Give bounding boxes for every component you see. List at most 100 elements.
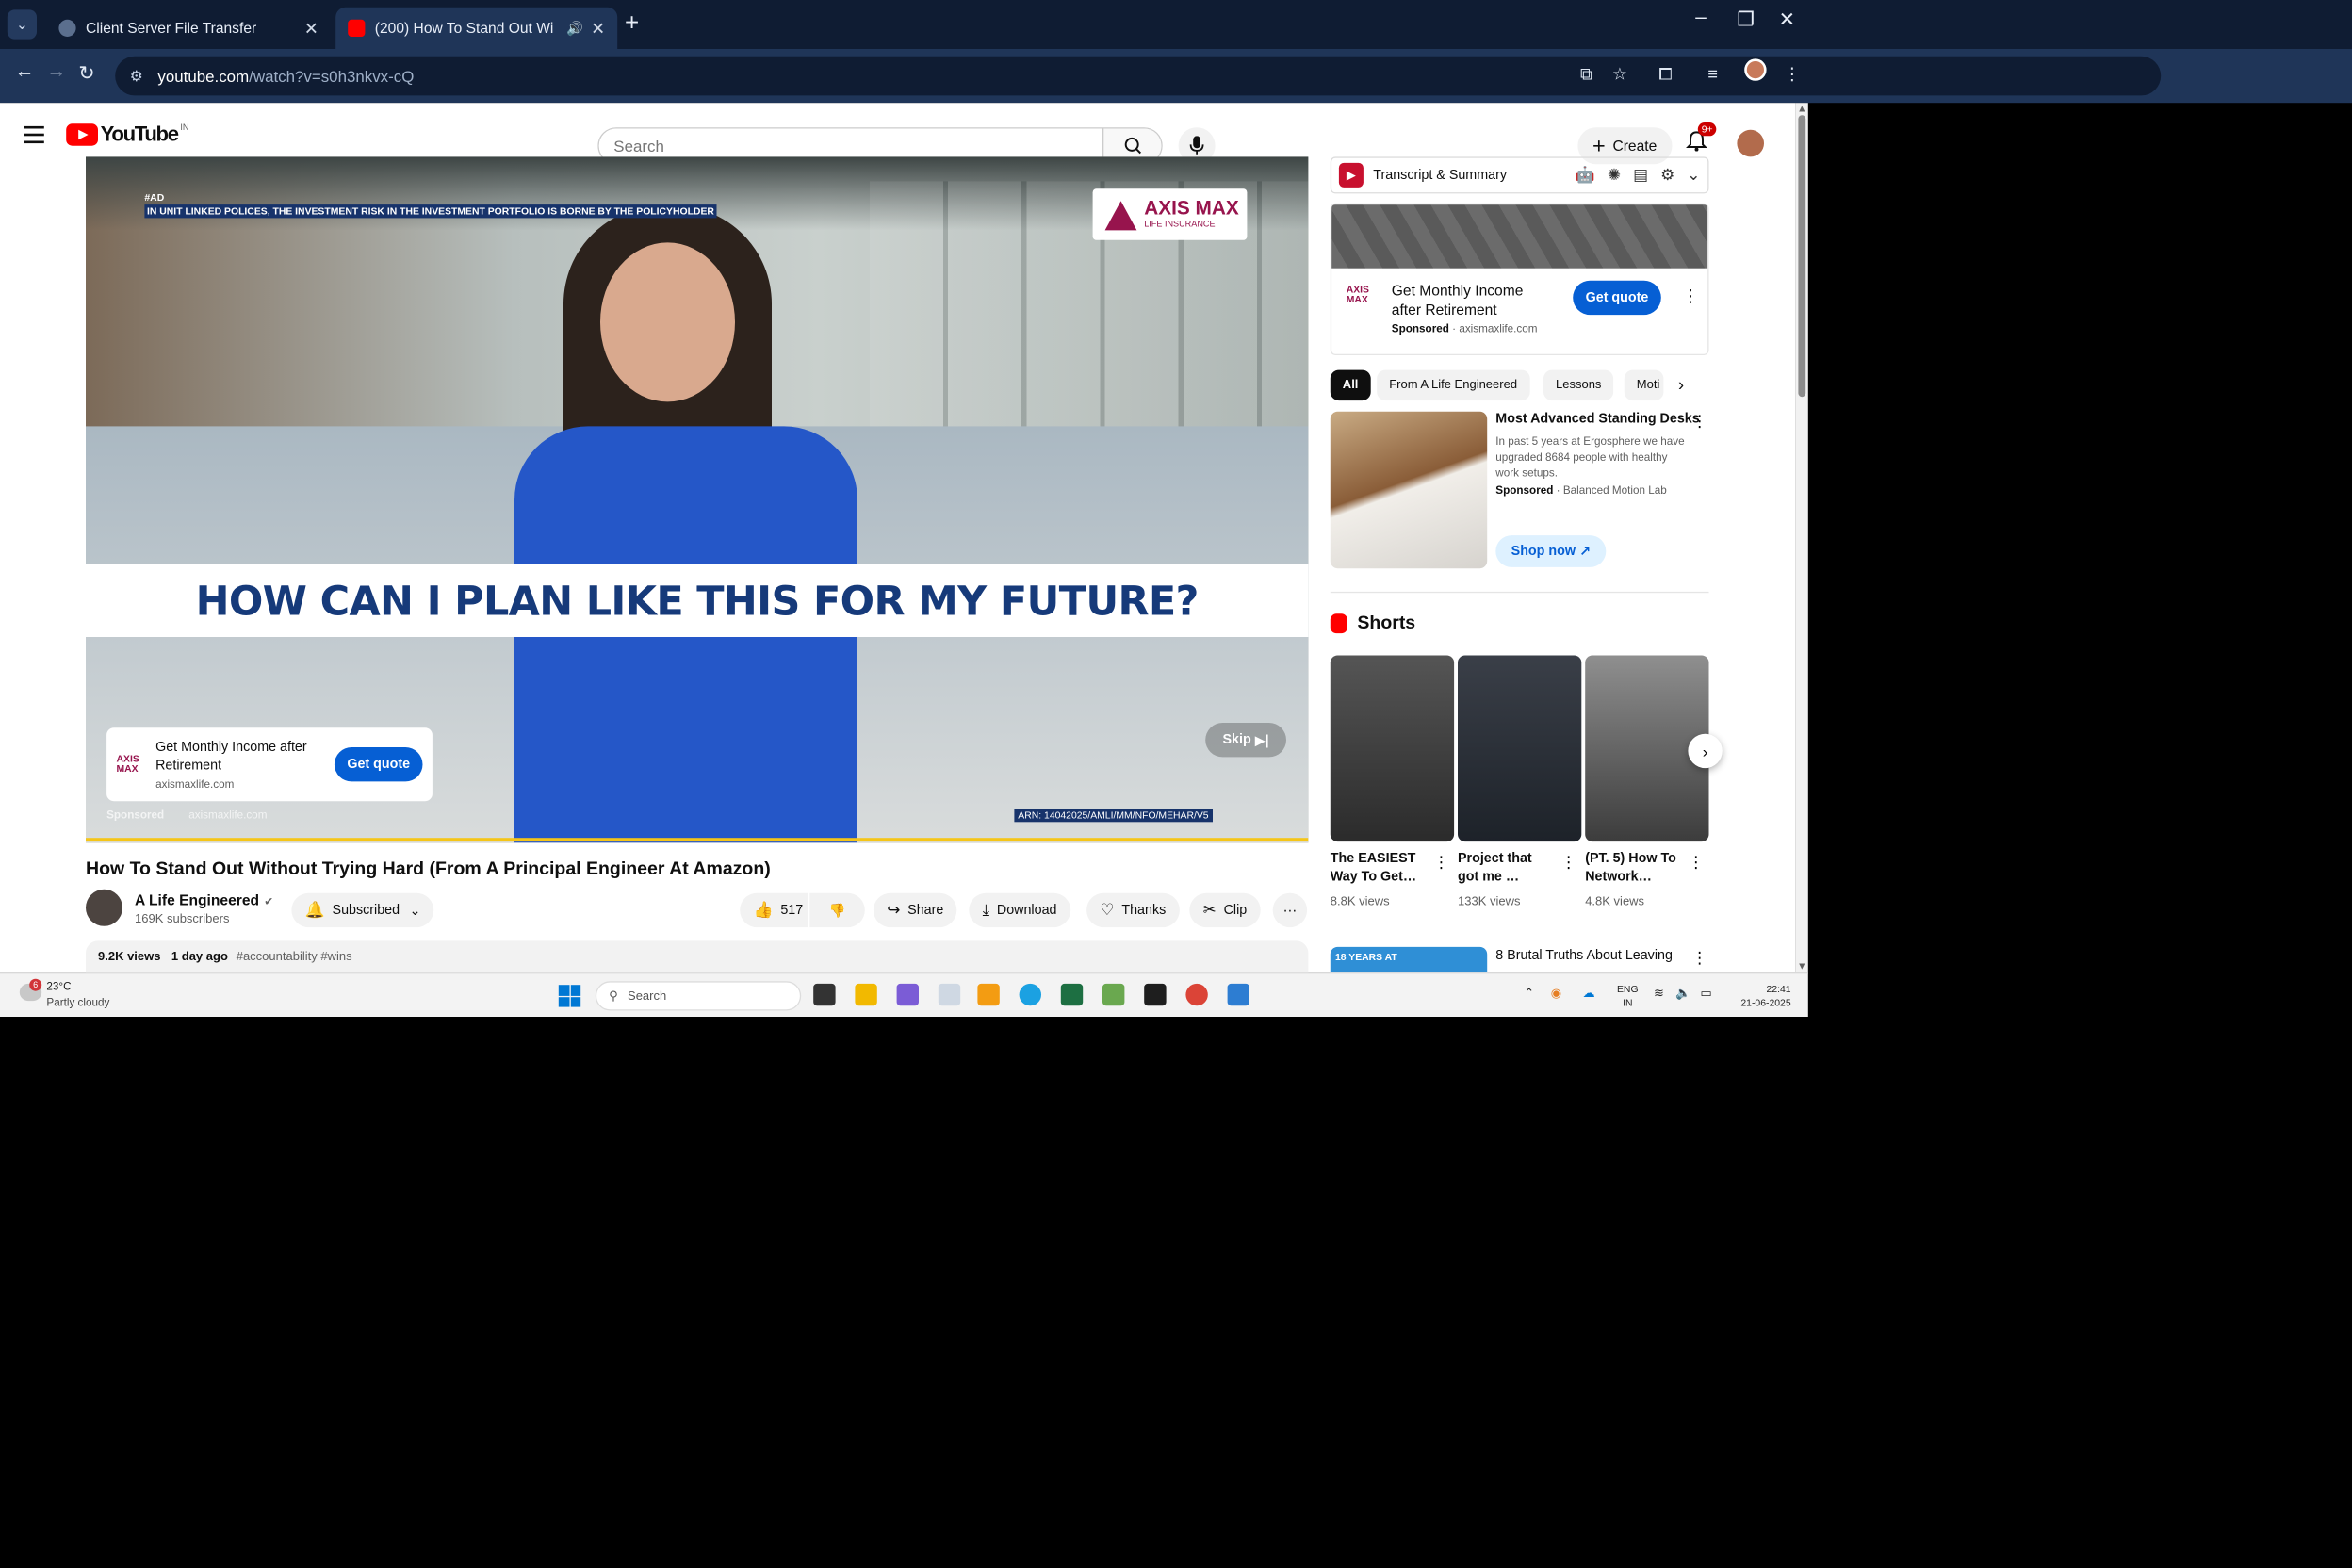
download-button[interactable]: ⤓ Download [969, 892, 1070, 928]
ad-overlay-card[interactable]: AXIS MAX Get Monthly Income after Retire… [106, 727, 433, 802]
shop-now-button[interactable]: Shop now ↗ [1495, 535, 1607, 567]
youtube-logo[interactable]: YouTube IN [66, 122, 188, 147]
site-info-icon[interactable]: ⚙ [130, 68, 143, 85]
start-button[interactable] [558, 985, 581, 1007]
channel-avatar[interactable] [86, 889, 122, 926]
more-vertical-icon[interactable]: ⋮ [1560, 853, 1576, 873]
show-hidden-icons-icon[interactable]: ⌃ [1524, 988, 1534, 1001]
volume-icon[interactable]: 🔈 [1675, 988, 1690, 1001]
address-bar[interactable]: ⚙ youtube.com/watch?v=s0h3nkvx-cQ [115, 56, 2162, 96]
channel-name[interactable]: A Life Engineered ✔ [135, 891, 273, 908]
more-vertical-icon[interactable]: ⋮ [1688, 853, 1704, 873]
ad-get-quote-button[interactable]: Get quote [334, 747, 423, 782]
like-button[interactable]: 👍 517 [740, 892, 808, 928]
back-button[interactable]: ← [15, 61, 35, 83]
excel-icon[interactable] [1060, 983, 1084, 1006]
chevron-down-icon[interactable]: ⌄ [1687, 166, 1700, 186]
settings-gear-icon[interactable]: ⚙ [1660, 166, 1674, 186]
short-title[interactable]: (PT. 5) How To Network… [1585, 850, 1683, 887]
robot-icon[interactable]: 🤖 [1576, 166, 1595, 186]
transcript-extension-panel[interactable]: ▶ Transcript & Summary 🤖 ✺ ▤ ⚙ ⌄ [1330, 156, 1709, 194]
shorts-next-button[interactable]: › [1688, 733, 1723, 769]
weather-temperature[interactable]: 23°C [46, 980, 71, 992]
extensions-icon[interactable]: ⧠ [1658, 64, 1673, 85]
wifi-icon[interactable]: ≋ [1654, 988, 1664, 1001]
more-vertical-icon[interactable]: ⋮ [1682, 286, 1699, 306]
task-view-icon[interactable] [813, 983, 836, 1006]
battery-icon[interactable]: ▭ [1700, 988, 1711, 1001]
hashtags[interactable]: #accountability #wins [237, 951, 352, 964]
sheets-app-icon[interactable] [1102, 983, 1125, 1006]
sidebar-get-quote-button[interactable]: Get quote [1573, 280, 1661, 316]
tray-app-icon[interactable]: ◉ [1551, 988, 1561, 1001]
video-player[interactable]: HOW CAN I PLAN LIKE THIS FOR MY FUTURE? … [86, 156, 1309, 843]
short-thumbnail[interactable] [1458, 655, 1582, 842]
description-box[interactable]: 9.2K views 1 day ago #accountability #wi… [86, 940, 1309, 973]
onedrive-icon[interactable]: ☁ [1583, 988, 1595, 1001]
taskbar-search[interactable]: ⚲ Search [595, 981, 802, 1011]
short-title[interactable]: Project that got me … [1458, 850, 1556, 887]
scroll-down-icon[interactable]: ▼ [1797, 960, 1806, 972]
chip-all[interactable]: All [1330, 369, 1371, 401]
scroll-up-icon[interactable]: ▲ [1797, 103, 1806, 114]
file-explorer-icon[interactable] [855, 983, 877, 1006]
chatgpt-icon[interactable]: ✺ [1608, 166, 1621, 186]
terminal-icon[interactable] [1144, 983, 1167, 1006]
new-tab-button[interactable]: + [625, 9, 639, 38]
tab-search-icon[interactable]: ⌄ [7, 9, 38, 40]
sidebar-ad[interactable]: AXIS MAX Get Monthly Income after Retire… [1330, 203, 1709, 355]
chrome-icon[interactable] [1185, 983, 1208, 1006]
clip-button[interactable]: ✂ Clip [1189, 892, 1261, 928]
more-vertical-icon[interactable]: ⋮ [1433, 853, 1449, 873]
chip-lessons[interactable]: Lessons [1544, 369, 1614, 401]
chevron-right-icon[interactable]: › [1678, 375, 1684, 395]
next-video-thumbnail[interactable]: 18 YEARS AT [1330, 946, 1488, 973]
shop-now-label: Shop now [1511, 544, 1576, 559]
more-vertical-icon[interactable]: ⋮ [1691, 412, 1707, 432]
thanks-button[interactable]: ♡ Thanks [1086, 892, 1180, 928]
bookmark-star-icon[interactable]: ☆ [1612, 64, 1627, 85]
app-window-icon[interactable] [938, 983, 961, 1006]
tab-youtube[interactable]: (200) How To Stand Out Wi 🔊 ✕ [335, 7, 618, 50]
next-video-title[interactable]: 8 Brutal Truths About Leaving [1495, 948, 1673, 963]
subscribed-button[interactable]: 🔔 Subscribed ⌄ [291, 892, 434, 928]
photos-icon[interactable] [1227, 983, 1250, 1006]
document-icon[interactable]: ▤ [1633, 166, 1648, 186]
clock[interactable]: 22:41 21-06-2025 [1730, 983, 1790, 1010]
more-actions-button[interactable]: ⋯ [1272, 892, 1308, 928]
language-indicator[interactable]: ENG IN [1617, 983, 1639, 1010]
close-window-button[interactable]: ✕ [1779, 8, 1795, 32]
minimize-button[interactable]: – [1695, 8, 1707, 29]
scrollbar-thumb[interactable] [1798, 115, 1806, 398]
sponsored-domain[interactable]: axismaxlife.com [188, 808, 267, 821]
more-vertical-icon[interactable]: ⋮ [1691, 948, 1707, 968]
skip-ad-button[interactable]: Skip ▶| [1205, 723, 1286, 758]
reload-button[interactable]: ↻ [78, 61, 94, 86]
tab-client-server[interactable]: Client Server File Transfer ✕ [46, 8, 331, 49]
share-button[interactable]: ↪ Share [873, 892, 957, 928]
edge-icon[interactable] [1019, 983, 1041, 1006]
media-controls-icon[interactable]: ≡ [1707, 64, 1718, 84]
profile-avatar[interactable] [1744, 58, 1767, 81]
desk-ad-title[interactable]: Most Advanced Standing Desks [1495, 412, 1699, 427]
short-title[interactable]: The EASIEST Way To Get… [1331, 850, 1429, 887]
forward-button[interactable]: → [46, 61, 66, 83]
desk-ad-thumbnail[interactable] [1330, 411, 1488, 569]
weather-description[interactable]: Partly cloudy [46, 996, 109, 1008]
ad-progress-bar[interactable] [86, 838, 1309, 842]
short-thumbnail[interactable] [1330, 655, 1455, 842]
speaker-icon[interactable]: 🔊 [566, 20, 583, 37]
copilot-icon[interactable] [896, 983, 919, 1006]
account-avatar[interactable] [1737, 129, 1764, 157]
chip-moti[interactable]: Moti [1624, 369, 1664, 401]
dislike-button[interactable]: 👎 [809, 892, 865, 928]
guide-menu-icon[interactable] [24, 125, 44, 148]
chip-from-channel[interactable]: From A Life Engineered [1377, 369, 1530, 401]
browser-menu-icon[interactable]: ⋮ [1784, 64, 1801, 85]
install-app-icon[interactable]: ⧉ [1580, 64, 1592, 85]
close-tab-icon[interactable]: ✕ [591, 18, 605, 39]
page-scrollbar[interactable]: ▲ ▼ [1795, 103, 1808, 973]
app-launcher-icon[interactable] [977, 983, 1000, 1006]
close-tab-icon[interactable]: ✕ [304, 18, 318, 39]
restore-button[interactable]: ❐ [1737, 8, 1755, 32]
